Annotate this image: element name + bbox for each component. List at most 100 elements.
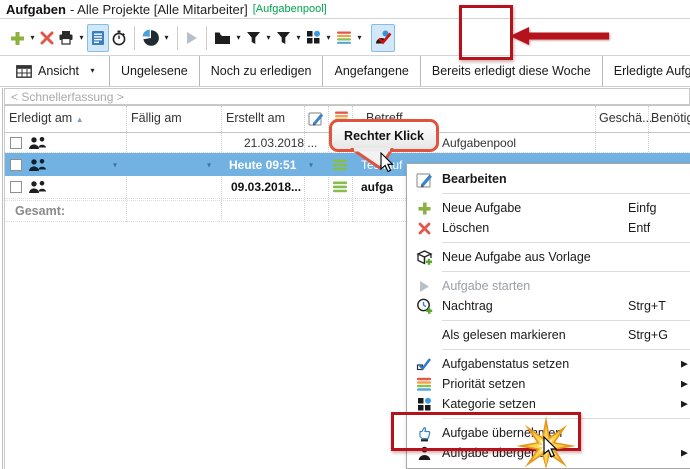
cell-betreff: Aufgabenpool <box>442 136 516 150</box>
priority-button[interactable] <box>334 25 354 51</box>
filter2-dropdown[interactable]: ▾ <box>293 34 304 42</box>
filter-tab-label: Bereits erledigt diese Woche <box>432 64 591 78</box>
project-folder-button[interactable] <box>212 25 233 51</box>
priority-dropdown[interactable]: ▾ <box>354 34 365 42</box>
filter-toolbar: Ansicht ▾ Ungelesene Noch zu erledigen A… <box>0 56 690 87</box>
ansicht-button[interactable]: Ansicht ▾ <box>5 56 110 86</box>
menu-item-loeschen[interactable]: Löschen Entf <box>407 218 690 238</box>
chart-dropdown[interactable]: ▾ <box>161 34 172 42</box>
filter2-button[interactable] <box>274 25 293 51</box>
filter-tab-noch-zu-erledigen[interactable]: Noch zu erledigen <box>200 56 324 86</box>
quick-entry-input[interactable]: < Schnellerfassung > <box>4 88 690 105</box>
ansicht-dropdown[interactable]: ▾ <box>87 67 98 75</box>
annotation-arrow <box>509 25 613 47</box>
menu-item-label: Aufgabe starten <box>442 279 530 293</box>
priority-lines-icon <box>336 30 352 45</box>
footer-total-label: Gesamt: <box>15 204 65 218</box>
folder-icon <box>214 31 231 45</box>
row-checkbox[interactable] <box>10 159 22 171</box>
task-manager-window: Aufgaben - Alle Projekte [Alle Mitarbeit… <box>0 0 690 469</box>
chart-button[interactable] <box>140 25 161 51</box>
menu-separator <box>407 189 690 198</box>
filter-tab-erledigte-aufgaben[interactable]: Erledigte Aufgaben für dies <box>603 56 690 86</box>
menu-item-label: Neue Aufgabe aus Vorlage <box>442 250 591 264</box>
menu-item-aufgabenstatus-setzen[interactable]: Aufgabenstatus setzen ▶ <box>407 354 690 374</box>
cell-betreff: aufga <box>361 180 393 194</box>
menu-item-nachtrag[interactable]: Nachtrag Strg+T <box>407 296 690 316</box>
submenu-arrow-icon: ▶ <box>681 448 688 459</box>
edit-note-icon <box>414 171 434 187</box>
filter-tab-label: Erledigte Aufgaben für dies <box>614 64 690 78</box>
toolbar-separator <box>177 26 178 50</box>
categories-icon <box>414 396 434 412</box>
page-subtitle: - Alle Projekte [Alle Mitarbeiter] <box>70 2 248 17</box>
cell-dropdown-icon[interactable]: ▾ <box>309 160 313 169</box>
start-task-button[interactable] <box>183 25 201 51</box>
cell-erstellt-am: 09.03.2018... <box>231 180 301 194</box>
menu-item-aufgabe-starten[interactable]: Aufgabe starten <box>407 276 690 296</box>
menu-separator <box>407 316 690 325</box>
printer-icon <box>58 30 74 45</box>
empty-icon-slot <box>414 327 434 343</box>
row-checkbox[interactable] <box>10 181 22 193</box>
category-button[interactable] <box>304 25 323 51</box>
callout-text: Rechter Klick <box>344 129 424 143</box>
take-over-task-button[interactable] <box>371 24 395 52</box>
filter-tab-angefangene[interactable]: Angefangene <box>323 56 420 86</box>
delete-x-icon <box>40 31 54 45</box>
menu-item-neue-aufgabe-aus-vorlage[interactable]: Neue Aufgabe aus Vorlage <box>407 247 690 267</box>
column-header-erstellt-am[interactable]: Erstellt am <box>226 111 285 125</box>
quick-entry-placeholder: < Schnellerfassung > <box>11 90 124 104</box>
submenu-arrow-icon: ▶ <box>681 359 688 370</box>
detail-view-button[interactable] <box>87 24 109 52</box>
row-checkbox[interactable] <box>10 137 22 149</box>
category-dropdown[interactable]: ▾ <box>323 34 334 42</box>
priority-green-icon <box>332 159 348 171</box>
menu-item-label: Aufgabenstatus setzen <box>442 357 569 371</box>
ansicht-label: Ansicht <box>38 64 79 78</box>
menu-item-als-gelesen-markieren[interactable]: Als gelesen markieren Strg+G <box>407 325 690 345</box>
window-edge-line <box>2 88 3 469</box>
delete-task-button[interactable] <box>38 25 56 51</box>
filter-tab-ungelesene[interactable]: Ungelesene <box>110 56 200 86</box>
pie-chart-icon <box>142 29 159 46</box>
cell-dropdown-icon[interactable]: ▾ <box>207 160 211 169</box>
menu-separator <box>407 345 690 354</box>
menu-shortcut: Einfg <box>628 201 657 215</box>
filter-tab-label: Angefangene <box>334 64 408 78</box>
window-title-bar: Aufgaben - Alle Projekte [Alle Mitarbeit… <box>0 0 690 19</box>
new-task-dropdown[interactable]: ▾ <box>27 34 38 42</box>
priority-lines-icon <box>414 376 434 392</box>
new-task-button[interactable] <box>7 25 27 51</box>
play-icon <box>414 278 434 294</box>
menu-item-kategorie-setzen[interactable]: Kategorie setzen ▶ <box>407 394 690 414</box>
column-header-benoetigt[interactable]: Benötigt <box>651 111 690 125</box>
cell-dropdown-icon[interactable]: ▾ <box>113 160 117 169</box>
stopwatch-icon <box>111 30 127 46</box>
status-check-icon <box>414 356 434 372</box>
pool-tag: [Aufgabenpool] <box>253 3 327 15</box>
view-grid-icon <box>16 65 32 78</box>
plus-icon <box>9 30 25 46</box>
print-dropdown[interactable]: ▾ <box>76 34 87 42</box>
timer-button[interactable] <box>109 25 129 51</box>
clock-plus-icon <box>414 298 434 314</box>
column-header-faellig-am[interactable]: Fällig am <box>131 111 182 125</box>
menu-item-label: Nachtrag <box>442 299 493 313</box>
filter-button[interactable] <box>244 25 263 51</box>
column-header-erledigt-am[interactable]: Erledigt am ▲ <box>9 111 84 125</box>
menu-shortcut: Strg+T <box>628 299 666 313</box>
menu-item-neue-aufgabe[interactable]: Neue Aufgabe Einfg <box>407 198 690 218</box>
filter-tab-bereits-erledigt[interactable]: Bereits erledigt diese Woche <box>421 56 603 86</box>
column-header-geschae[interactable]: Geschä... <box>599 111 653 125</box>
people-icon <box>28 158 48 171</box>
menu-item-prioritaet-setzen[interactable]: Priorität setzen ▶ <box>407 374 690 394</box>
menu-item-bearbeiten[interactable]: Bearbeiten <box>407 169 690 189</box>
mouse-cursor <box>380 152 395 173</box>
menu-shortcut: Entf <box>628 221 650 235</box>
print-button[interactable] <box>56 25 76 51</box>
menu-shortcut: Strg+G <box>628 328 668 342</box>
note-column-icon[interactable] <box>308 110 324 126</box>
filter-dropdown[interactable]: ▾ <box>263 34 274 42</box>
folder-dropdown[interactable]: ▾ <box>233 34 244 42</box>
